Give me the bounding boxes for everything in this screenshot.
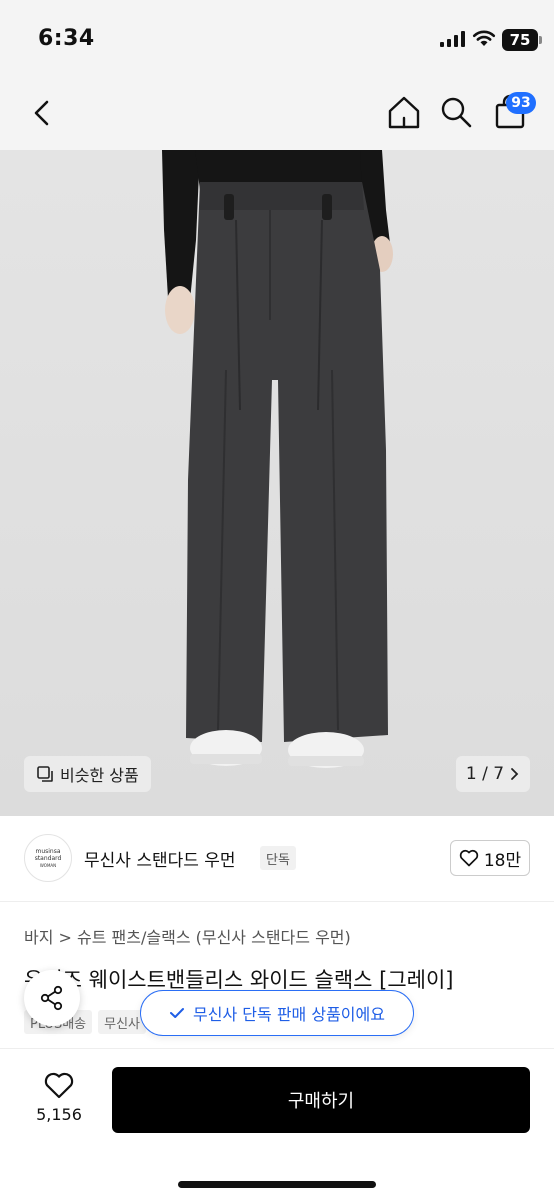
home-icon[interactable]	[386, 94, 422, 130]
home-indicator	[178, 1181, 376, 1188]
brand-like-count: 18만	[483, 850, 522, 871]
back-arrow-icon[interactable]	[26, 96, 60, 130]
buy-button[interactable]: 구매하기	[112, 1067, 530, 1133]
check-icon	[170, 1008, 185, 1018]
product-image[interactable]: 비슷한 상품 1 / 7	[0, 150, 554, 816]
cellular-signal-icon	[440, 31, 465, 47]
exclusive-toast: 무신사 단독 판매 상품이에요	[140, 990, 414, 1036]
chevron-right-icon	[511, 768, 519, 780]
heart-icon	[459, 849, 479, 867]
similar-products-icon	[37, 766, 53, 782]
brand-logo-line3: WOMAN	[39, 862, 57, 868]
brand-logo-line1: musinsa	[35, 847, 61, 855]
cart-count-badge: 93	[506, 92, 536, 114]
brand-logo-line2: standard	[34, 854, 62, 862]
brand-name[interactable]: 무신사 스탠다드 우먼	[84, 846, 236, 871]
battery-icon: 75	[502, 29, 542, 51]
product-like-button[interactable]: 5,156	[24, 1071, 94, 1124]
top-nav	[0, 80, 554, 150]
heart-icon	[44, 1072, 74, 1099]
wifi-icon	[472, 30, 496, 46]
product-photo	[162, 150, 393, 768]
status-bar: 6:34 75	[0, 0, 554, 80]
similar-products-button[interactable]: 비슷한 상품	[24, 756, 151, 792]
product-like-count: 5,156	[36, 1105, 82, 1124]
image-page-counter[interactable]: 1 / 7	[456, 756, 530, 792]
share-button[interactable]	[24, 970, 80, 1026]
tag-musinsa: 무신사	[98, 1010, 147, 1034]
search-icon[interactable]	[438, 94, 474, 130]
status-time: 6:34	[38, 26, 95, 51]
exclusive-toast-text: 무신사 단독 판매 상품이에요	[193, 1005, 385, 1024]
brand-logo[interactable]: musinsa standard WOMAN	[24, 834, 72, 882]
share-icon	[40, 985, 63, 1011]
brand-row: musinsa standard WOMAN 무신사 스탠다드 우먼 단독 18…	[0, 816, 554, 902]
page-counter-text: 1 / 7	[465, 764, 505, 784]
bottom-action-bar: 5,156 구매하기	[0, 1048, 554, 1200]
exclusive-badge: 단독	[260, 846, 296, 870]
similar-products-label: 비슷한 상품	[60, 766, 139, 785]
breadcrumb[interactable]: 바지 > 슈트 팬츠/슬랙스 (무신사 스탠다드 우먼)	[24, 924, 351, 948]
brand-like-button[interactable]: 18만	[450, 840, 530, 876]
